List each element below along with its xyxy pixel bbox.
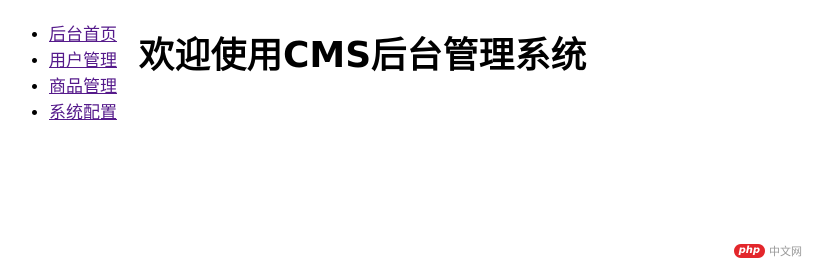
nav-link-products[interactable]: 商品管理 xyxy=(49,77,117,97)
nav-item-users: 用户管理 xyxy=(49,48,117,74)
nav-list: 后台首页 用户管理 商品管理 系统配置 xyxy=(9,22,117,126)
watermark: php 中文网 xyxy=(733,243,802,259)
nav-item-settings: 系统配置 xyxy=(49,100,117,126)
nav-link-settings[interactable]: 系统配置 xyxy=(49,103,117,123)
watermark-text: 中文网 xyxy=(769,245,802,258)
watermark-logo: php xyxy=(733,244,765,258)
nav-item-home: 后台首页 xyxy=(49,22,117,48)
page-title: 欢迎使用CMS后台管理系统 xyxy=(139,35,588,76)
nav-link-home[interactable]: 后台首页 xyxy=(49,25,117,45)
nav-item-products: 商品管理 xyxy=(49,74,117,100)
nav-link-users[interactable]: 用户管理 xyxy=(49,51,117,71)
